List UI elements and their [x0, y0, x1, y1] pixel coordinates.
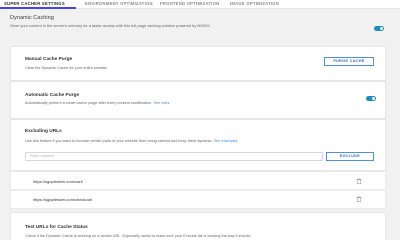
purge-cache-button[interactable]: PURGE CACHE	[324, 57, 374, 66]
see-rules-link[interactable]: See rules	[153, 101, 169, 105]
manual-cache-purge-card: Manual Cache Purge Clear the Dynamic Cac…	[10, 46, 386, 81]
test-urls-title: Test URLs for Cache Status	[25, 225, 88, 230]
manual-cache-purge-description: Clear the Dynamic Cache for your entire …	[25, 66, 108, 70]
exclude-url-input[interactable]: Place mywebf	[25, 152, 323, 161]
tab-environment-optimization[interactable]: ENVIRONMENT OPTIMIZATION	[85, 1, 153, 6]
trash-icon[interactable]	[356, 178, 362, 184]
automatic-cache-purge-text: Automatically perform a smart cache purg…	[25, 101, 153, 105]
automatic-cache-purge-card: Automatic Cache Purge Automatically perf…	[10, 81, 386, 119]
test-urls-card: Test URLs for Cache Status Check if the …	[10, 212, 386, 240]
tab-frontend-optimization[interactable]: FRONTEND OPTIMIZATION	[160, 1, 219, 6]
tab-image-optimization[interactable]: IMAGE OPTIMIZATION	[230, 1, 279, 6]
tab-super-cacher-settings[interactable]: SUPER CACHER SETTINGS	[4, 1, 65, 6]
excluding-urls-description: Use this feature if you want to exclude …	[25, 139, 238, 143]
excluded-url-row: https://sgoptimizer.com/cart/	[10, 171, 386, 190]
excluding-urls-card: Excluding URLs Use this feature if you w…	[10, 119, 386, 171]
dynamic-caching-title: Dynamic Caching	[10, 15, 54, 21]
excluding-urls-title: Excluding URLs	[25, 129, 62, 134]
excluding-urls-text: Use this feature if you want to exclude …	[25, 139, 213, 143]
excluded-url-row: https://sgoptimizer.com/checkout/	[10, 190, 386, 209]
toggle-knob	[371, 96, 376, 101]
manual-cache-purge-title: Manual Cache Purge	[25, 57, 73, 62]
trash-icon[interactable]	[356, 196, 362, 202]
active-tab-indicator	[0, 7, 76, 9]
test-urls-description: Check if the Dynamic Cache is working on…	[25, 234, 251, 238]
tab-bar: SUPER CACHER SETTINGS ENVIRONMENT OPTIMI…	[0, 0, 400, 9]
excluded-url-text: https://sgoptimizer.com/checkout/	[33, 197, 93, 202]
see-examples-link[interactable]: See examples	[213, 139, 237, 143]
automatic-cache-purge-toggle[interactable]	[366, 96, 376, 101]
dynamic-caching-description: Store your content in the server's memor…	[10, 23, 211, 28]
dynamic-caching-toggle[interactable]	[374, 26, 384, 31]
automatic-cache-purge-title: Automatic Cache Purge	[25, 93, 80, 98]
excluded-url-text: https://sgoptimizer.com/cart/	[33, 179, 83, 184]
toggle-knob	[379, 26, 384, 31]
exclude-button[interactable]: EXCLUDE	[326, 152, 374, 161]
automatic-cache-purge-description: Automatically perform a smart cache purg…	[25, 101, 169, 105]
